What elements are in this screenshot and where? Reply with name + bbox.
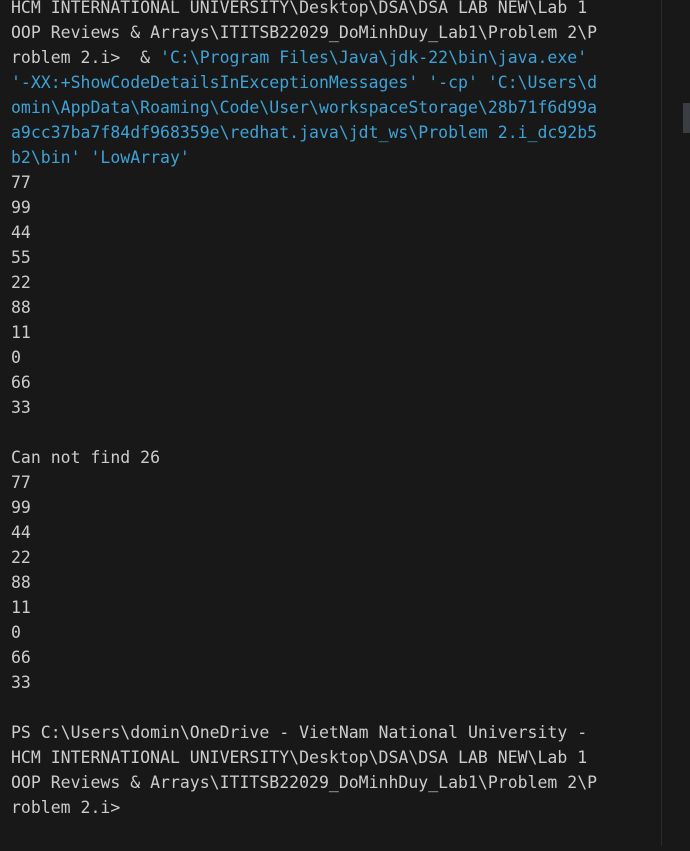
output-line: 66 xyxy=(11,373,31,392)
command-text: omin\AppData\Roaming\Code\User\workspace… xyxy=(11,98,598,117)
command-text: HCM INTERNATIONAL UNIVERSITY\Desktop\DSA… xyxy=(11,0,588,17)
output-line: 11 xyxy=(11,323,31,342)
terminal-panel[interactable]: HCM INTERNATIONAL UNIVERSITY\Desktop\DSA… xyxy=(0,0,690,846)
output-line: Can not find 26 xyxy=(11,448,161,467)
output-line: 66 xyxy=(11,648,31,667)
command-line: omin\AppData\Roaming\Code\User\workspace… xyxy=(11,95,663,120)
command-line: OOP Reviews & Arrays\ITITSB22029_DoMinhD… xyxy=(11,20,663,45)
output-line: 77 xyxy=(11,473,31,492)
command-line: '-XX:+ShowCodeDetailsInExceptionMessages… xyxy=(11,70,663,95)
prompt-line: HCM INTERNATIONAL UNIVERSITY\Desktop\DSA… xyxy=(11,748,588,767)
output-line: 33 xyxy=(11,673,31,692)
command-line: b2\bin' 'LowArray' xyxy=(11,145,663,170)
command-text: OOP Reviews & Arrays\ITITSB22029_DoMinhD… xyxy=(11,23,598,42)
scrollbar-track xyxy=(661,0,662,846)
output-line: 11 xyxy=(11,598,31,617)
output-line: 0 xyxy=(11,623,21,642)
terminal-output[interactable]: HCM INTERNATIONAL UNIVERSITY\Desktop\DSA… xyxy=(11,0,663,820)
prompt-line: PS C:\Users\domin\OneDrive - VietNam Nat… xyxy=(11,723,588,742)
command-line: roblem 2.i> & 'C:\Program Files\Java\jdk… xyxy=(11,45,663,70)
output-line: 55 xyxy=(11,248,31,267)
output-line: 99 xyxy=(11,198,31,217)
scrollbar-thumb[interactable] xyxy=(683,103,690,133)
output-line: 0 xyxy=(11,348,21,367)
output-line: 88 xyxy=(11,573,31,592)
command-text: b2\bin' 'LowArray' xyxy=(11,148,190,167)
output-line: 99 xyxy=(11,498,31,517)
output-line: 22 xyxy=(11,548,31,567)
command-text: roblem 2.i> & xyxy=(11,48,161,67)
output-line: 44 xyxy=(11,523,31,542)
command-argument: 'C:\Program Files\Java\jdk-22\bin\java.e… xyxy=(160,48,588,67)
prompt-line: OOP Reviews & Arrays\ITITSB22029_DoMinhD… xyxy=(11,773,598,792)
command-line: HCM INTERNATIONAL UNIVERSITY\Desktop\DSA… xyxy=(11,0,663,20)
output-line: 88 xyxy=(11,298,31,317)
command-line: a9cc37ba7f84df968359e\redhat.java\jdt_ws… xyxy=(11,120,663,145)
command-text: '-XX:+ShowCodeDetailsInExceptionMessages… xyxy=(11,73,598,92)
output-line: 77 xyxy=(11,173,31,192)
command-text: a9cc37ba7f84df968359e\redhat.java\jdt_ws… xyxy=(11,123,598,142)
output-line: 33 xyxy=(11,398,31,417)
prompt-line: roblem 2.i> xyxy=(11,798,121,817)
output-line: 44 xyxy=(11,223,31,242)
output-line: 22 xyxy=(11,273,31,292)
